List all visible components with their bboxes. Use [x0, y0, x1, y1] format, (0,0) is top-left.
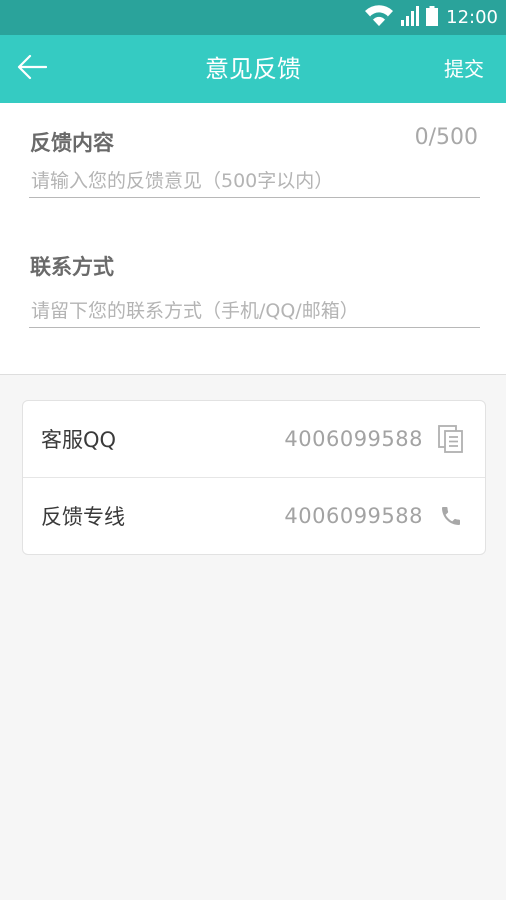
contact-label: 联系方式 — [30, 255, 114, 279]
customer-qq-value: 4006099588 — [284, 427, 423, 451]
contact-input[interactable] — [29, 295, 480, 328]
status-bar: 12:00 — [0, 0, 506, 35]
page-title: 意见反馈 — [205, 55, 301, 83]
list-item-feedback-hotline: 反馈专线 4006099588 — [23, 478, 485, 554]
back-arrow-icon — [17, 54, 48, 84]
copy-icon[interactable] — [437, 425, 465, 453]
feedback-hotline-value: 4006099588 — [284, 504, 423, 528]
wifi-icon — [364, 4, 394, 31]
back-button[interactable] — [12, 49, 52, 89]
feedback-counter: 0/500 — [414, 125, 478, 150]
list-item-customer-qq: 客服QQ 4006099588 — [23, 401, 485, 477]
feedback-form: 反馈内容 0/500 联系方式 — [0, 103, 506, 375]
signal-icon — [400, 5, 420, 30]
customer-qq-label: 客服QQ — [41, 428, 117, 452]
status-time: 12:00 — [446, 7, 498, 28]
feedback-hotline-label: 反馈专线 — [41, 505, 125, 529]
feedback-label: 反馈内容 — [30, 131, 114, 155]
phone-icon[interactable] — [437, 502, 465, 530]
feedback-input[interactable] — [29, 165, 480, 198]
contact-info-card: 客服QQ 4006099588 反馈专线 4006099588 — [22, 400, 486, 555]
app-bar: 意见反馈 提交 — [0, 35, 506, 103]
status-icons: 12:00 — [364, 0, 498, 35]
submit-button[interactable]: 提交 — [444, 35, 484, 103]
battery-icon — [426, 5, 439, 30]
